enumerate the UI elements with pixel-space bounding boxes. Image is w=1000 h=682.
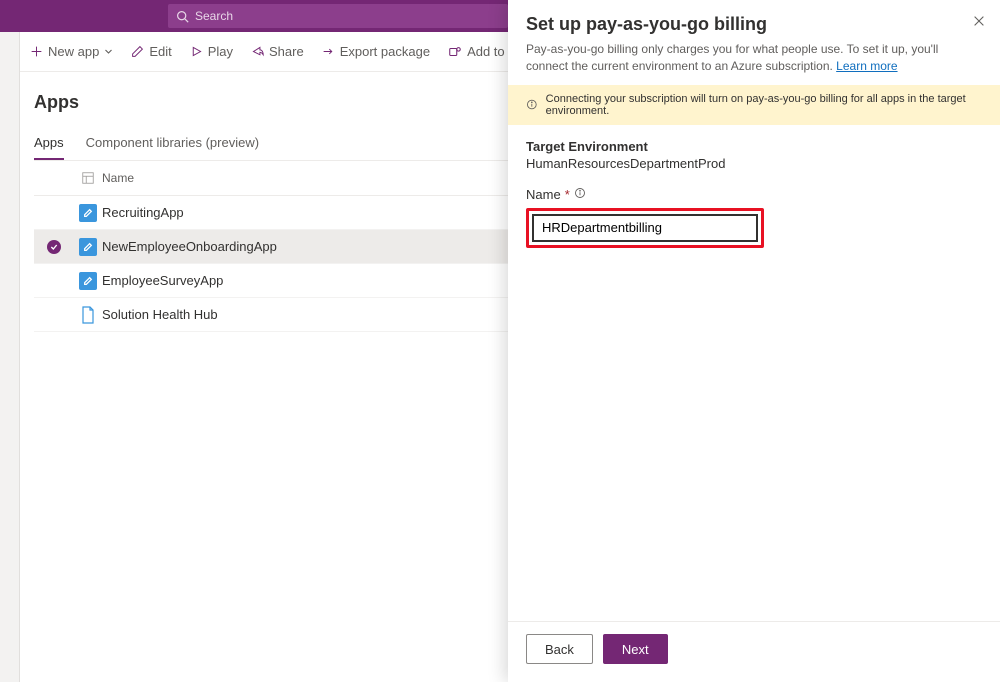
share-button[interactable]: Share (251, 44, 304, 59)
help-icon[interactable] (574, 187, 586, 202)
pencil-icon (131, 45, 144, 58)
target-env-value: HumanResourcesDepartmentProd (526, 156, 982, 171)
teams-icon (448, 45, 462, 59)
name-input[interactable] (532, 214, 758, 242)
export-label: Export package (340, 44, 430, 59)
play-label: Play (208, 44, 233, 59)
learn-more-link[interactable]: Learn more (836, 59, 897, 73)
play-icon (190, 45, 203, 58)
info-icon (526, 98, 538, 111)
selected-check-icon (47, 240, 61, 254)
edit-label: Edit (149, 44, 171, 59)
export-button[interactable]: Export package (322, 44, 430, 59)
close-button[interactable] (972, 14, 986, 33)
play-button[interactable]: Play (190, 44, 233, 59)
share-label: Share (269, 44, 304, 59)
banner-text: Connecting your subscription will turn o… (546, 93, 982, 117)
panel-description: Pay-as-you-go billing only charges you f… (526, 41, 982, 75)
new-app-label: New app (48, 44, 99, 59)
required-asterisk: * (565, 187, 570, 202)
close-icon (972, 14, 986, 28)
search-box[interactable] (168, 4, 508, 28)
left-rail (0, 32, 20, 682)
chevron-down-icon (104, 47, 113, 56)
edit-button[interactable]: Edit (131, 44, 171, 59)
name-field-highlight (526, 208, 764, 248)
share-icon (251, 45, 264, 58)
search-input[interactable] (195, 9, 500, 23)
search-icon (176, 10, 189, 23)
next-button[interactable]: Next (603, 634, 668, 664)
tab-apps[interactable]: Apps (34, 129, 64, 160)
model-app-icon (79, 306, 97, 324)
new-app-button[interactable]: New app (30, 44, 113, 59)
name-field-label: Name * (526, 187, 982, 202)
column-picker-icon[interactable] (81, 171, 95, 185)
canvas-app-icon (79, 238, 97, 256)
billing-panel: Set up pay-as-you-go billing Pay-as-you-… (508, 0, 1000, 682)
tab-component-libraries[interactable]: Component libraries (preview) (86, 129, 259, 160)
plus-icon (30, 45, 43, 58)
target-env-label: Target Environment (526, 139, 982, 154)
info-banner: Connecting your subscription will turn o… (508, 85, 1000, 125)
back-button[interactable]: Back (526, 634, 593, 664)
panel-title: Set up pay-as-you-go billing (526, 14, 982, 35)
canvas-app-icon (79, 272, 97, 290)
canvas-app-icon (79, 204, 97, 222)
export-icon (322, 45, 335, 58)
